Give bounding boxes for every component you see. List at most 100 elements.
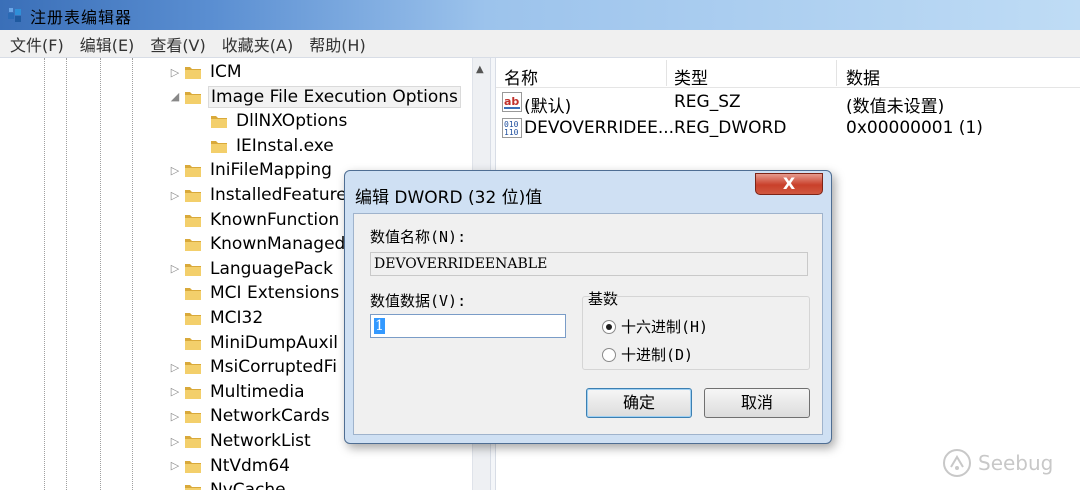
tree-node-label: IEInstal.exe xyxy=(236,135,334,156)
tree-node[interactable]: KnownManaged xyxy=(168,232,347,256)
folder-icon xyxy=(185,239,201,252)
value-row[interactable]: ab (默认) REG_SZ (数值未设置) xyxy=(496,89,1080,117)
radio-hexadecimal-label: 十六进制(H) xyxy=(621,318,709,336)
folder-icon xyxy=(185,436,201,448)
expand-arrow-icon[interactable]: ▷ xyxy=(168,385,182,398)
tree-node[interactable]: ▷ NetworkList xyxy=(168,429,313,453)
tree-node[interactable]: MCI Extensions xyxy=(168,281,341,305)
tree-node[interactable]: ▷ InstalledFeature xyxy=(168,183,349,207)
tree-node[interactable]: IEInstal.exe xyxy=(194,134,336,158)
tree-node[interactable]: ▷ MsiCorruptedFi xyxy=(168,355,339,379)
radio-selected-icon xyxy=(602,319,616,334)
edit-dword-dialog: 编辑 DWORD (32 位)值 X 数值名称(N): DEVOVERRIDEE… xyxy=(344,170,832,444)
registry-editor-window: 注册表编辑器 文件(F) 编辑(E) 查看(V) 收藏夹(A) 帮助(H) ▷ I… xyxy=(0,0,1080,490)
tree-node-label: MiniDumpAuxil xyxy=(210,332,339,353)
collapse-arrow-icon[interactable]: ◢ xyxy=(168,90,182,103)
tree-node[interactable]: ▷ NtVdm64 xyxy=(168,454,292,478)
tree-node[interactable]: NvCache xyxy=(168,478,288,490)
tree-node-label: NetworkCards xyxy=(210,406,330,427)
menu-file[interactable]: 文件(F) xyxy=(8,31,66,57)
svg-text:ab: ab xyxy=(504,95,519,108)
expand-arrow-icon[interactable]: ▷ xyxy=(168,410,182,423)
tree-node[interactable]: KnownFunction xyxy=(168,208,341,232)
tree-node-label: NetworkList xyxy=(210,431,311,451)
folder-icon xyxy=(185,214,201,227)
svg-text:110: 110 xyxy=(504,128,519,137)
radio-unselected-icon xyxy=(602,347,616,362)
column-header-name[interactable]: 名称 xyxy=(504,64,538,89)
column-divider[interactable] xyxy=(836,60,837,86)
folder-icon xyxy=(185,411,201,424)
seebug-logo-icon xyxy=(943,449,971,477)
tree-guide-line xyxy=(66,58,67,490)
tree-node-label: Image File Execution Options xyxy=(208,85,461,108)
menu-view[interactable]: 查看(V) xyxy=(148,31,207,57)
dword-value-icon: 010 110 xyxy=(502,118,522,138)
expand-arrow-icon[interactable]: ▷ xyxy=(168,262,182,275)
folder-icon xyxy=(185,362,201,375)
value-name: (默认) xyxy=(524,97,572,117)
folder-icon xyxy=(185,386,201,399)
value-data-text: 1 xyxy=(374,318,385,334)
value-name-label: 数值名称(N): xyxy=(370,228,467,246)
tree-node[interactable]: ▷ LanguagePack xyxy=(168,257,335,281)
ok-button[interactable]: 确定 xyxy=(586,388,692,418)
folder-icon xyxy=(185,91,201,104)
column-header-type[interactable]: 类型 xyxy=(674,64,708,89)
scroll-up-arrow-icon[interactable]: ▲ xyxy=(476,64,484,75)
tree-node-label: ICM xyxy=(210,62,242,82)
tree-guide-line xyxy=(100,58,101,490)
folder-icon xyxy=(185,165,201,178)
column-header-data[interactable]: 数据 xyxy=(846,64,880,89)
radio-decimal[interactable]: 十进制(D) xyxy=(602,344,693,365)
tree-node[interactable]: MiniDumpAuxil xyxy=(168,331,340,355)
folder-icon xyxy=(185,263,201,276)
dialog-body: 数值名称(N): DEVOVERRIDEENABLE 数值数据(V): 1 基数… xyxy=(353,213,823,435)
value-row[interactable]: 010 110 DEVOVERRIDEE... REG_DWORD 0x0000… xyxy=(496,115,1080,141)
tree-node[interactable]: ◢ Image File Execution Options xyxy=(168,85,461,109)
tree-node[interactable]: ▷ NetworkCards xyxy=(168,404,332,428)
value-data: (数值未设置) xyxy=(846,97,945,117)
radio-hexadecimal[interactable]: 十六进制(H) xyxy=(602,316,708,337)
watermark: Seebug xyxy=(942,448,1053,478)
folder-icon xyxy=(185,67,201,79)
tree-node-label: MsiCorruptedFi xyxy=(210,357,337,378)
tree-node-label: KnownFunction xyxy=(210,209,340,230)
tree-node[interactable]: ▷ Multimedia xyxy=(168,380,307,404)
value-data: 0x00000001 (1) xyxy=(846,118,983,138)
folder-icon xyxy=(185,313,201,325)
expand-arrow-icon[interactable]: ▷ xyxy=(168,435,182,448)
tree-node[interactable]: ▷ ICM xyxy=(168,60,244,84)
watermark-text: Seebug xyxy=(978,451,1054,475)
menu-favorites[interactable]: 收藏夹(A) xyxy=(220,31,295,57)
tree-guide-line xyxy=(44,58,45,490)
tree-node-label: KnownManaged xyxy=(210,234,346,255)
tree-guide-line xyxy=(132,58,133,490)
value-name: DEVOVERRIDEE... xyxy=(524,118,675,138)
radio-decimal-label: 十进制(D) xyxy=(621,346,694,364)
expand-arrow-icon[interactable]: ▷ xyxy=(168,66,182,79)
tree-node-label: DllNXOptions xyxy=(236,111,348,132)
column-divider[interactable] xyxy=(666,60,667,86)
value-data-label: 数值数据(V): xyxy=(370,292,467,310)
tree-node-label: MCI32 xyxy=(210,308,264,328)
registry-editor-icon xyxy=(8,8,21,22)
expand-arrow-icon[interactable]: ▷ xyxy=(168,164,182,177)
string-value-icon: ab xyxy=(502,92,522,112)
value-name-field: DEVOVERRIDEENABLE xyxy=(370,252,808,276)
expand-arrow-icon[interactable]: ▷ xyxy=(168,459,182,472)
menu-help[interactable]: 帮助(H) xyxy=(307,31,368,57)
cancel-button[interactable]: 取消 xyxy=(704,388,810,418)
expand-arrow-icon[interactable]: ▷ xyxy=(168,361,182,374)
tree-node[interactable]: MCI32 xyxy=(168,306,265,330)
folder-icon xyxy=(211,140,227,153)
tree-node[interactable]: ▷ IniFileMapping xyxy=(168,158,334,182)
tree-node-label: NtVdm64 xyxy=(210,455,290,476)
title-bar[interactable]: 注册表编辑器 xyxy=(0,0,1080,30)
expand-arrow-icon[interactable]: ▷ xyxy=(168,189,182,202)
close-button[interactable]: X xyxy=(755,173,823,195)
window-title: 注册表编辑器 xyxy=(30,8,133,27)
menu-edit[interactable]: 编辑(E) xyxy=(78,31,137,57)
tree-node[interactable]: DllNXOptions xyxy=(194,109,349,133)
value-data-input[interactable]: 1 xyxy=(370,314,566,338)
